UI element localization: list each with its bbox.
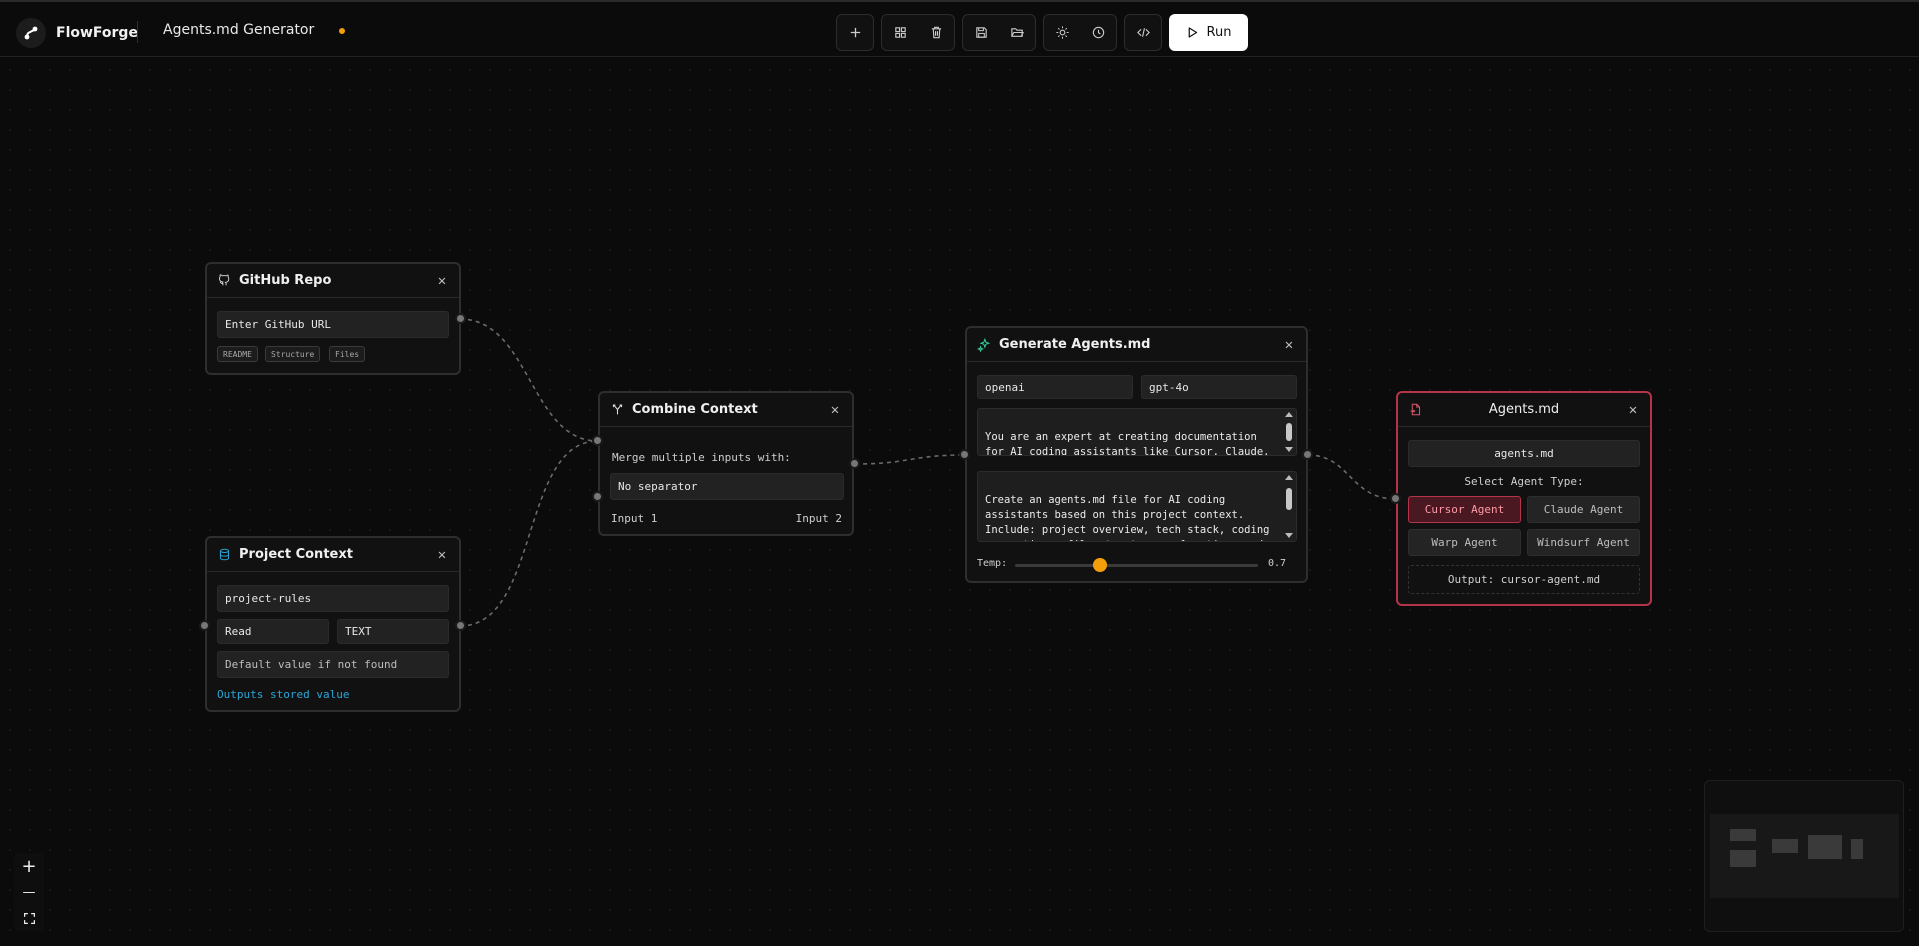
merge-description: Merge multiple inputs with:: [612, 451, 791, 464]
project-output-handle[interactable]: [455, 620, 466, 631]
temperature-value: 0.7: [1268, 558, 1287, 569]
fit-view-button[interactable]: [14, 905, 44, 931]
close-icon[interactable]: ✕: [435, 547, 449, 563]
github-icon: [217, 274, 231, 288]
generate-agents-node[interactable]: Generate Agents.md ✕ openai gpt-4o You a…: [965, 326, 1308, 583]
scrollbar[interactable]: [1284, 411, 1294, 453]
project-input-handle[interactable]: [199, 620, 210, 631]
input-1-label: Input 1: [611, 512, 658, 525]
sparkles-icon: [977, 337, 991, 352]
edge-project-to-combine: [459, 440, 599, 627]
chip-structure[interactable]: Structure: [265, 346, 321, 362]
windsurf-agent-button[interactable]: Windsurf Agent: [1527, 529, 1640, 556]
scrollbar[interactable]: [1284, 474, 1294, 539]
edge-generate-to-agents: [1307, 454, 1397, 500]
model-select[interactable]: gpt-4o: [1141, 375, 1297, 399]
combine-node-title: Combine Context: [632, 402, 758, 417]
agents-input-handle[interactable]: [1390, 493, 1401, 504]
fit-view-icon: [23, 912, 35, 924]
minimap-viewport[interactable]: [1710, 814, 1899, 898]
user-prompt-text: Create an agents.md file for AI coding a…: [985, 494, 1270, 541]
temperature-slider-track[interactable]: [1015, 564, 1258, 567]
zoom-in-button[interactable]: +: [14, 853, 44, 879]
context-key-input[interactable]: project-rules: [217, 585, 449, 612]
github-repo-node[interactable]: GitHub Repo ✕ Enter GitHub URL README St…: [205, 262, 461, 375]
close-icon[interactable]: ✕: [828, 402, 842, 418]
github-node-title: GitHub Repo: [239, 273, 332, 288]
edge-github-to-combine: [459, 318, 599, 442]
close-icon[interactable]: ✕: [435, 273, 449, 289]
close-icon[interactable]: ✕: [1282, 337, 1296, 353]
system-prompt-textarea[interactable]: You are an expert at creating documentat…: [977, 408, 1297, 456]
separator-select[interactable]: No separator: [610, 473, 844, 500]
combine-context-node[interactable]: Combine Context ✕ Merge multiple inputs …: [598, 391, 854, 536]
close-icon[interactable]: ✕: [1626, 402, 1640, 418]
system-prompt-text: You are an expert at creating documentat…: [985, 431, 1270, 456]
merge-icon: [610, 403, 624, 417]
project-context-node[interactable]: Project Context ✕ project-rules Read TEX…: [205, 536, 461, 712]
zoom-out-button[interactable]: —: [14, 879, 44, 905]
generate-output-handle[interactable]: [1302, 449, 1313, 460]
filename-input[interactable]: agents.md: [1408, 440, 1640, 467]
file-output-icon: [1408, 403, 1422, 417]
minimap-node: [1772, 839, 1798, 853]
project-node-title: Project Context: [239, 547, 353, 562]
minimap-node: [1730, 850, 1756, 867]
temp-label: Temp:: [977, 558, 1008, 569]
minimap-node: [1851, 839, 1863, 859]
combine-input-1-handle[interactable]: [592, 435, 603, 446]
combine-output-handle[interactable]: [849, 458, 860, 469]
select-agent-label: Select Agent Type:: [1464, 475, 1584, 488]
minimap-node: [1808, 835, 1842, 859]
agents-node-title: Agents.md: [1488, 402, 1560, 417]
outputs-hint: Outputs stored value: [217, 688, 350, 701]
github-url-input[interactable]: Enter GitHub URL: [217, 311, 449, 338]
type-select[interactable]: TEXT: [337, 619, 449, 644]
zoom-controls: + —: [14, 853, 44, 931]
claude-agent-button[interactable]: Claude Agent: [1527, 496, 1640, 523]
generate-node-title: Generate Agents.md: [999, 337, 1151, 352]
github-node-header[interactable]: GitHub Repo ✕: [207, 264, 459, 298]
generate-input-handle[interactable]: [959, 449, 970, 460]
minimap[interactable]: [1704, 780, 1904, 932]
cursor-agent-button[interactable]: Cursor Agent: [1408, 496, 1521, 523]
minimap-node: [1730, 829, 1756, 841]
warp-agent-button[interactable]: Warp Agent: [1408, 529, 1521, 556]
output-filename: Output: cursor-agent.md: [1408, 565, 1640, 594]
combine-input-2-handle[interactable]: [592, 491, 603, 502]
chip-files[interactable]: Files: [329, 346, 366, 362]
generate-node-header[interactable]: Generate Agents.md ✕: [967, 328, 1306, 362]
agents-node-header[interactable]: Agents.md ✕: [1398, 393, 1650, 427]
chip-readme[interactable]: README: [217, 346, 258, 362]
default-value-input[interactable]: Default value if not found: [217, 651, 449, 678]
agents-md-node[interactable]: Agents.md ✕ agents.md Select Agent Type:…: [1396, 391, 1652, 606]
provider-select[interactable]: openai: [977, 375, 1133, 399]
database-icon: [217, 548, 231, 562]
github-output-handle[interactable]: [455, 313, 466, 324]
temperature-slider-thumb[interactable]: [1093, 558, 1108, 572]
project-node-header[interactable]: Project Context ✕: [207, 538, 459, 572]
combine-node-header[interactable]: Combine Context ✕: [600, 393, 852, 427]
mode-select[interactable]: Read: [217, 619, 329, 644]
input-2-label: Input 2: [795, 512, 842, 525]
edge-combine-to-generate: [854, 454, 966, 465]
user-prompt-textarea[interactable]: Create an agents.md file for AI coding a…: [977, 471, 1297, 542]
